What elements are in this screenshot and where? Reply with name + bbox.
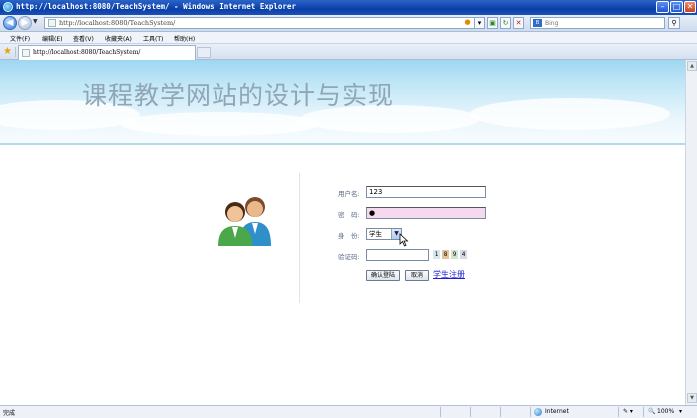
cancel-button[interactable]: 取消 bbox=[405, 270, 429, 281]
banner-divider bbox=[0, 143, 685, 145]
captcha-label: 验证码: bbox=[338, 253, 360, 261]
captcha-digit: 4 bbox=[460, 250, 467, 259]
bing-icon: B bbox=[533, 19, 542, 27]
window-title-bar: http://localhost:8080/TeachSystem/ - Win… bbox=[0, 0, 697, 15]
scroll-down-icon[interactable]: ▼ bbox=[687, 393, 697, 403]
password-input[interactable]: ● bbox=[366, 207, 486, 219]
new-tab-button[interactable] bbox=[197, 47, 211, 58]
mouse-cursor-icon bbox=[399, 233, 409, 247]
student-register-link[interactable]: 学生注册 bbox=[433, 269, 465, 280]
form-divider bbox=[299, 173, 300, 303]
username-input[interactable]: 123 bbox=[366, 186, 486, 198]
captcha-digit: 9 bbox=[451, 250, 458, 259]
site-banner: 课程教学网站的设计与实现 bbox=[0, 60, 685, 143]
favorites-star-icon[interactable]: ★ bbox=[3, 46, 12, 57]
login-button[interactable]: 确认登陆 bbox=[366, 270, 400, 281]
scroll-up-icon[interactable]: ▲ bbox=[687, 61, 697, 71]
internet-zone-icon bbox=[534, 408, 542, 416]
address-input[interactable]: http://localhost:8080/TeachSystem/ bbox=[44, 17, 484, 29]
history-dropdown-icon[interactable]: ▼ bbox=[33, 18, 38, 25]
status-bar: 完成 Internet ✎ ▾ 🔍 100% ▾ bbox=[0, 405, 697, 418]
search-icon[interactable]: ⚲ bbox=[668, 17, 680, 29]
compatibility-icon[interactable]: ● bbox=[462, 17, 473, 29]
browser-tab[interactable]: http://localhost:8080/TeachSystem/ bbox=[18, 45, 196, 60]
captcha-image[interactable]: 1894 bbox=[433, 250, 469, 260]
page-icon bbox=[22, 49, 30, 57]
site-title: 课程教学网站的设计与实现 bbox=[82, 81, 395, 110]
maximize-button[interactable]: □ bbox=[670, 1, 683, 13]
status-separator bbox=[440, 407, 441, 417]
menu-view[interactable]: 查看(V) bbox=[73, 34, 94, 43]
zoom-icon[interactable]: 🔍 bbox=[648, 408, 655, 415]
search-box[interactable]: B bbox=[530, 17, 665, 29]
menu-bar: 文件(F) 编辑(E) 查看(V) 收藏夹(A) 工具(T) 帮助(H) bbox=[0, 32, 697, 44]
username-label: 用户名: bbox=[338, 190, 360, 198]
menu-edit[interactable]: 编辑(E) bbox=[42, 34, 62, 43]
zoom-dropdown-icon[interactable]: ▾ bbox=[679, 408, 682, 415]
go-icon[interactable]: ▣ bbox=[487, 17, 498, 29]
forward-button[interactable]: ▶ bbox=[18, 16, 32, 30]
tab-title: http://localhost:8080/TeachSystem/ bbox=[33, 49, 141, 56]
role-label: 身 份: bbox=[338, 232, 360, 240]
password-label: 密 码: bbox=[338, 211, 360, 219]
address-dropdown-icon[interactable]: ▾ bbox=[474, 17, 485, 29]
status-separator bbox=[618, 407, 619, 417]
status-separator bbox=[470, 407, 471, 417]
forward-arrow-icon: ▶ bbox=[21, 18, 29, 28]
address-url-text: http://localhost:8080/TeachSystem/ bbox=[59, 19, 176, 27]
page-icon bbox=[48, 19, 56, 27]
vertical-scrollbar[interactable]: ▲ ▼ bbox=[685, 60, 697, 405]
tab-separator bbox=[15, 47, 16, 57]
menu-file[interactable]: 文件(F) bbox=[10, 34, 30, 43]
status-text: 完成 bbox=[3, 410, 16, 417]
captcha-digit: 1 bbox=[433, 250, 440, 259]
captcha-input[interactable] bbox=[366, 249, 429, 261]
back-button[interactable]: ◀ bbox=[3, 16, 17, 30]
minimize-button[interactable]: – bbox=[656, 1, 669, 13]
banner-cloud bbox=[120, 112, 320, 136]
role-selected-value: 学生 bbox=[369, 230, 382, 238]
close-button[interactable]: ✕ bbox=[684, 1, 696, 13]
security-zone-text: Internet bbox=[545, 408, 569, 415]
status-separator bbox=[530, 407, 531, 417]
refresh-icon[interactable]: ↻ bbox=[500, 17, 511, 29]
stop-icon[interactable]: ✕ bbox=[513, 17, 524, 29]
zoom-level[interactable]: 100% bbox=[657, 408, 674, 415]
status-separator bbox=[643, 407, 644, 417]
address-toolbar: ◀ ▶ ▼ http://localhost:8080/TeachSystem/… bbox=[0, 15, 697, 32]
role-select[interactable]: 学生 ▼ bbox=[366, 228, 402, 240]
status-separator bbox=[500, 407, 501, 417]
protected-mode-icon[interactable]: ✎ ▾ bbox=[623, 408, 633, 415]
menu-help[interactable]: 帮助(H) bbox=[174, 34, 195, 43]
users-icon bbox=[218, 197, 271, 246]
internet-explorer-icon bbox=[3, 2, 13, 12]
tab-bar: ★ http://localhost:8080/TeachSystem/ bbox=[0, 44, 697, 60]
page-content: 课程教学网站的设计与实现 用户名: 123 密 码: ● 身 份: 学生 ▼ 验… bbox=[0, 60, 685, 405]
back-arrow-icon: ◀ bbox=[6, 18, 14, 28]
menu-favorites[interactable]: 收藏夹(A) bbox=[105, 34, 132, 43]
banner-cloud bbox=[470, 98, 670, 130]
search-input[interactable] bbox=[545, 18, 663, 28]
window-title: http://localhost:8080/TeachSystem/ - Win… bbox=[16, 2, 296, 11]
captcha-digit: 8 bbox=[442, 250, 449, 259]
menu-tools[interactable]: 工具(T) bbox=[143, 34, 163, 43]
